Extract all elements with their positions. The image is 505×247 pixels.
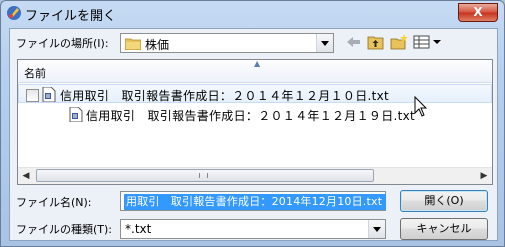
open-button[interactable]: 開く(O) <box>400 190 488 212</box>
scroll-right-icon[interactable]: ▶ <box>476 168 492 184</box>
back-icon[interactable] <box>345 34 363 50</box>
filename-label: ファイル名(N): <box>16 196 92 209</box>
mouse-cursor-icon <box>414 96 428 117</box>
text-file-icon <box>69 107 83 122</box>
app-icon <box>7 6 21 20</box>
filetype-dropdown-button[interactable] <box>368 220 385 238</box>
filetype-label: ファイルの種類(T): <box>16 223 113 236</box>
cancel-button[interactable]: キャンセル <box>400 218 488 240</box>
filetype-value: *.txt <box>125 222 152 236</box>
new-folder-icon[interactable] <box>390 34 408 50</box>
scrollbar-thumb[interactable] <box>36 169 374 182</box>
file-name: 信用取引 取引報告書作成日：２０１４年１２月１９日.txt <box>86 109 416 123</box>
list-header[interactable]: ▲ 名前 <box>18 59 492 83</box>
filename-value: 用取引 取引報告書作成日：2014年12月10日.txt <box>124 194 386 210</box>
close-button[interactable]: X <box>458 3 498 22</box>
file-list[interactable]: ▲ 名前 信用取引 取引報告書作成日：２０１４年１２月１０日.txt 信用取引 … <box>17 59 493 185</box>
column-header-name[interactable]: 名前 <box>24 65 46 81</box>
scroll-left-icon[interactable]: ◀ <box>18 168 34 184</box>
location-value: 株価 <box>145 38 170 52</box>
open-file-dialog: ファイルを開く X ファイルの場所(I): 株価 ▲ 名前 信用取引 取引報告書… <box>0 0 505 247</box>
folder-icon <box>125 38 141 50</box>
up-folder-icon[interactable] <box>367 34 385 50</box>
location-combo[interactable]: 株価 <box>120 33 334 53</box>
location-dropdown-button[interactable] <box>316 34 333 52</box>
filetype-combo[interactable]: *.txt <box>120 219 386 239</box>
title-bar[interactable]: ファイルを開く X <box>1 1 504 25</box>
file-name: 信用取引 取引報告書作成日：２０１４年１２月１０日.txt <box>60 89 390 103</box>
file-checkbox[interactable] <box>26 89 39 102</box>
horizontal-scrollbar[interactable]: ◀ ▶ <box>18 167 492 184</box>
sort-ascending-icon: ▲ <box>254 59 261 68</box>
text-file-icon <box>42 87 56 102</box>
view-menu-icon[interactable] <box>413 34 443 50</box>
filename-input[interactable]: 用取引 取引報告書作成日：2014年12月10日.txt <box>120 191 386 211</box>
dialog-title: ファイルを開く <box>25 9 117 24</box>
location-label: ファイルの場所(I): <box>16 37 109 50</box>
